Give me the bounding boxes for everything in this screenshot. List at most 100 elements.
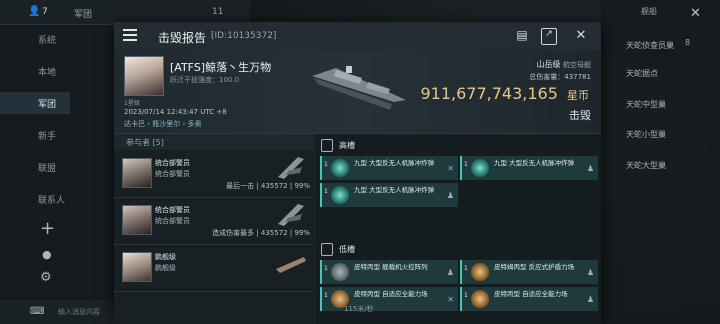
ship-class: 航空母舰 xyxy=(563,61,591,69)
participant-corp: 鹏舰级 xyxy=(155,264,176,272)
speed-readout: 115米/秒 xyxy=(344,305,374,313)
module-item[interactable]: 1 皮特姆丙型 反应式护盾力场 ♟ xyxy=(460,260,598,284)
overview-item[interactable]: 天蛇大型巢 xyxy=(626,160,666,171)
victim-name[interactable]: [ATFS]鲸落丶生万物 xyxy=(170,59,271,75)
module-qty: 1 xyxy=(464,292,468,299)
victim-portrait[interactable] xyxy=(124,56,164,96)
participant-row[interactable]: 统合部警员 统合部警员 最后一击 | 435572 | 99% xyxy=(114,151,314,198)
module-item[interactable]: 1 九型 大型反无人机脉冲炸弹 ♟ xyxy=(460,156,598,180)
participants-list: 参与者 [5] 统合部警员 统合部警员 最后一击 | 435572 | 99% … xyxy=(114,134,314,324)
overview-item[interactable]: 天蛇中型巢 xyxy=(626,99,666,110)
clipboard-icon[interactable]: ▤ xyxy=(515,28,529,43)
module-item[interactable]: 1 皮特丙型 自适应全能力场 ♟ xyxy=(460,287,598,311)
module-name: 九型 大型反无人机脉冲炸弹 xyxy=(494,159,575,167)
overview-title: 舰船 xyxy=(641,7,657,16)
module-item[interactable]: 1 皮特丙型 舰载机火控阵列 ♟ xyxy=(320,260,458,284)
module-name: 皮特丙型 自适应全能力场 xyxy=(494,290,568,298)
module-icon xyxy=(471,159,489,177)
module-qty: 1 xyxy=(464,161,468,168)
participants-count: 参与者 [5] xyxy=(126,138,164,147)
destroyed-mark-icon: ✕ xyxy=(447,295,454,304)
ship-image xyxy=(312,66,406,110)
module-name: 九型 大型反无人机脉冲炸弹 xyxy=(354,159,435,167)
tab-alliance[interactable]: 联盟 xyxy=(0,156,70,178)
module-name: 皮特丙型 自适应全能力场 xyxy=(354,290,428,298)
module-icon xyxy=(471,290,489,308)
participant-role: 造成伤害最多 xyxy=(212,229,255,237)
close-icon[interactable]: ✕ xyxy=(574,28,588,43)
participant-corp: 统合部警员 xyxy=(155,170,190,178)
menu-icon[interactable] xyxy=(123,29,137,41)
module-item[interactable]: 1 九型 大型反无人机脉冲炸弹 ✕ xyxy=(320,156,458,180)
tab-rookie[interactable]: 新手 xyxy=(0,124,70,146)
module-name: 九型 大型反无人机脉冲炸弹 xyxy=(354,186,435,194)
module-name: 皮特丙型 舰载机火控阵列 xyxy=(354,263,428,271)
share-icon[interactable]: ↗ xyxy=(541,28,557,45)
tab-system[interactable]: 系统 xyxy=(0,28,70,50)
kill-report-dialog: 击毁报告 [ID:10135372] ▤ ↗ ✕ [ATFS]鲸落丶生万物 跃迁… xyxy=(114,22,601,324)
kill-time: 2023/07/14 12:43:47 UTC +8 xyxy=(124,108,227,116)
chat-input[interactable]: 输入消息内容 xyxy=(58,307,100,317)
isk-value: 911,677,743,165 星币 xyxy=(420,84,589,103)
kill-result: 击毁 xyxy=(569,109,591,122)
chat-channel-title: 军团 xyxy=(74,10,93,20)
overview-item[interactable]: 天蛇据点 xyxy=(626,68,658,79)
kill-id[interactable]: [ID:10135372] xyxy=(211,31,276,41)
overview-count: 8 xyxy=(685,38,691,47)
isk-unit: 星币 xyxy=(567,89,589,102)
tab-corp[interactable]: 军团 xyxy=(0,92,70,114)
participant-damage: 435572 xyxy=(260,182,288,190)
participant-name: 鹏舰级 xyxy=(155,253,176,261)
participant-avatar[interactable] xyxy=(122,205,152,235)
low-slot-icon xyxy=(321,243,333,256)
ship-type: 山岳级 航空母舰 xyxy=(536,59,591,70)
tab-local[interactable]: 本地 xyxy=(0,60,70,82)
user-icon: 👤 xyxy=(28,6,41,17)
user-count: 7 xyxy=(42,7,48,17)
destroyed-mark-icon: ✕ xyxy=(447,164,454,173)
isk-amount: 911,677,743,165 xyxy=(420,84,558,103)
dropped-mark-icon: ♟ xyxy=(586,268,594,277)
participant-corp: 统合部警员 xyxy=(155,217,190,225)
module-icon xyxy=(471,263,489,281)
keyboard-icon[interactable]: ⌨ xyxy=(30,306,44,317)
dropped-mark-icon: ♟ xyxy=(586,164,594,173)
module-name: 皮特姆丙型 反应式护盾力场 xyxy=(494,263,575,271)
total-damage: 总伤害量：437781 xyxy=(529,73,591,81)
high-slot-label: 高槽 xyxy=(339,141,355,150)
close-icon[interactable]: ✕ xyxy=(690,6,701,21)
overview-item[interactable]: 天蛇侦查员巢 xyxy=(626,40,674,51)
low-slot-label: 低槽 xyxy=(339,245,355,254)
high-slot-header: 高槽 xyxy=(315,137,601,153)
module-item[interactable]: 1 九型 大型反无人机脉冲炸弹 ♟ xyxy=(320,183,458,207)
participant-row[interactable]: 统合部警员 统合部警员 造成伤害最多 | 435572 | 99% xyxy=(114,198,314,245)
dropped-mark-icon: ♟ xyxy=(586,295,594,304)
participant-stats: 最后一击 | 435572 | 99% xyxy=(226,182,310,190)
participant-damage: 435572 xyxy=(260,229,288,237)
kill-summary: [ATFS]鲸落丶生万物 跃迁干扰强度：100.0 1星级 2023/07/14… xyxy=(114,50,601,134)
participant-stats: 造成伤害最多 | 435572 | 99% xyxy=(212,229,310,237)
chat-badge: 11 xyxy=(212,7,224,17)
participant-ship-icon xyxy=(278,204,304,226)
module-qty: 1 xyxy=(324,292,328,299)
participant-ship-icon xyxy=(278,157,304,179)
participant-row[interactable]: 鹏舰级 鹏舰级 xyxy=(114,245,314,292)
kill-location[interactable]: 达卡巴 › 瓶沙里尔 › 多奥 xyxy=(124,119,202,129)
dropped-mark-icon: ♟ xyxy=(446,191,454,200)
participant-name: 统合部警员 xyxy=(155,206,190,214)
module-item[interactable]: 1 皮特丙型 自适应全能力场 ✕ xyxy=(320,287,458,311)
participants-header: 参与者 [5] xyxy=(114,134,314,150)
fitting-slots: 高槽 1 九型 大型反无人机脉冲炸弹 ✕ 1 九型 大型反无人机脉冲炸弹 ♟ 1… xyxy=(315,134,601,324)
tab-contacts[interactable]: 联系人 xyxy=(0,188,70,210)
ship-name: 山岳级 xyxy=(536,60,561,69)
add-channel-icon[interactable]: + xyxy=(40,218,55,239)
dropped-mark-icon: ♟ xyxy=(446,268,454,277)
gear-icon[interactable]: ⚙ xyxy=(40,270,52,285)
person-icon[interactable]: ● xyxy=(42,248,52,261)
participant-avatar[interactable] xyxy=(122,252,152,282)
high-slot-icon xyxy=(321,139,333,152)
overview-item[interactable]: 天蛇小型巢 xyxy=(626,129,666,140)
module-icon xyxy=(331,263,349,281)
module-qty: 1 xyxy=(464,265,468,272)
participant-avatar[interactable] xyxy=(122,158,152,188)
